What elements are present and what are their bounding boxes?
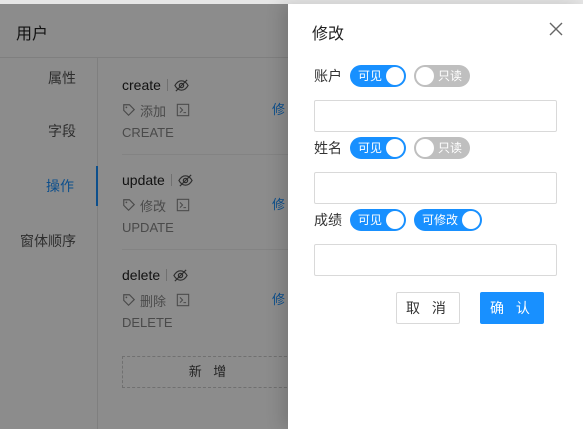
toggle-knob [386, 211, 404, 229]
toggle-label: 只读 [437, 141, 462, 155]
toggle-knob [416, 139, 434, 157]
close-icon[interactable] [548, 21, 564, 37]
toggle-knob [462, 211, 480, 229]
cancel-button[interactable]: 取 消 [396, 292, 460, 324]
account-input[interactable] [314, 100, 557, 132]
edit-drawer: 修改 账户 可见 只读 姓名 可见 只读 成绩 可见 可修改 取 消 确 认 [288, 4, 583, 429]
readonly-toggle[interactable]: 只读 [414, 65, 470, 87]
toggle-label: 可见 [358, 141, 383, 155]
name-input[interactable] [314, 172, 557, 204]
visible-toggle[interactable]: 可见 [350, 209, 406, 231]
toggle-label: 可见 [358, 213, 383, 227]
editable-toggle[interactable]: 可修改 [414, 209, 482, 231]
toggle-label: 只读 [437, 69, 462, 83]
field-label-name: 姓名 [314, 140, 342, 156]
toggle-label: 可见 [358, 69, 383, 83]
toggle-knob [386, 139, 404, 157]
toggle-knob [416, 67, 434, 85]
toggle-knob [386, 67, 404, 85]
drawer-title: 修改 [312, 26, 345, 43]
readonly-toggle[interactable]: 只读 [414, 137, 470, 159]
visible-toggle[interactable]: 可见 [350, 65, 406, 87]
confirm-button[interactable]: 确 认 [480, 292, 544, 324]
field-label-account: 账户 [314, 68, 342, 84]
visible-toggle[interactable]: 可见 [350, 137, 406, 159]
score-input[interactable] [314, 244, 557, 276]
toggle-label: 可修改 [422, 213, 459, 227]
field-label-score: 成绩 [314, 212, 342, 228]
